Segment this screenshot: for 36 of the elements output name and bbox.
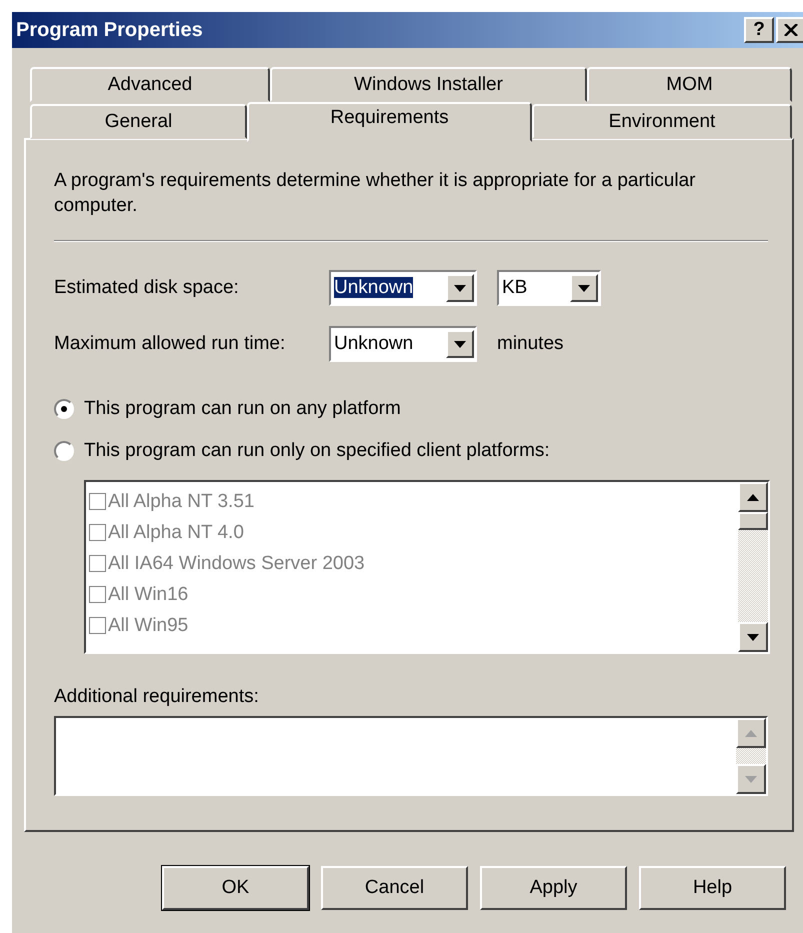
dialog-button[interactable]: OK — [162, 866, 309, 910]
run-time-dropdown[interactable]: Unknown — [329, 326, 477, 362]
dropdown-arrow-icon — [454, 284, 466, 292]
dropdown-value: Unknown — [334, 333, 414, 354]
scroll-down-icon — [745, 776, 757, 782]
dropdown-value: Unknown — [334, 277, 414, 298]
unit-dropdown[interactable]: KB — [497, 270, 601, 306]
scroll-up-icon — [745, 730, 757, 736]
field-label: Estimated disk space: — [54, 277, 240, 299]
field-label: Additional requirements: — [54, 686, 260, 708]
scroll-down-icon — [747, 634, 759, 640]
dialog-button[interactable]: Help — [639, 866, 786, 910]
dropdown-arrow-icon — [454, 340, 466, 348]
window-title: Program Properties — [16, 18, 204, 42]
close-button[interactable] — [776, 17, 803, 43]
tab[interactable]: General — [30, 104, 247, 139]
requirements-field[interactable] — [54, 716, 768, 796]
tab[interactable]: Advanced — [30, 67, 270, 102]
tab[interactable]: MOM — [587, 67, 792, 102]
scroll-up-icon — [747, 494, 759, 500]
radio-button[interactable] — [54, 441, 74, 461]
unit-text: minutes — [497, 333, 564, 355]
radio-option[interactable]: This program can run on any platform — [54, 388, 768, 430]
disk-space-dropdown[interactable]: Unknown — [329, 270, 477, 306]
dropdown-arrow-icon — [578, 284, 590, 292]
radio-option[interactable]: This program can run only on specified client platforms: — [54, 430, 768, 472]
dialog-button[interactable]: Apply — [480, 866, 627, 910]
description-text: A program's requirements determine whether it is appropriate for a particular computer. — [54, 169, 696, 218]
field-label: Maximum allowed run time: — [54, 333, 286, 355]
tab[interactable]: Requirements — [247, 102, 532, 142]
close-icon — [784, 24, 798, 36]
tab[interactable]: Windows Installer — [270, 67, 587, 102]
tab[interactable]: Environment — [532, 104, 792, 139]
radio-button[interactable] — [54, 399, 74, 419]
dialog-button[interactable]: Cancel — [321, 866, 468, 910]
help-button[interactable]: ? — [744, 17, 774, 43]
